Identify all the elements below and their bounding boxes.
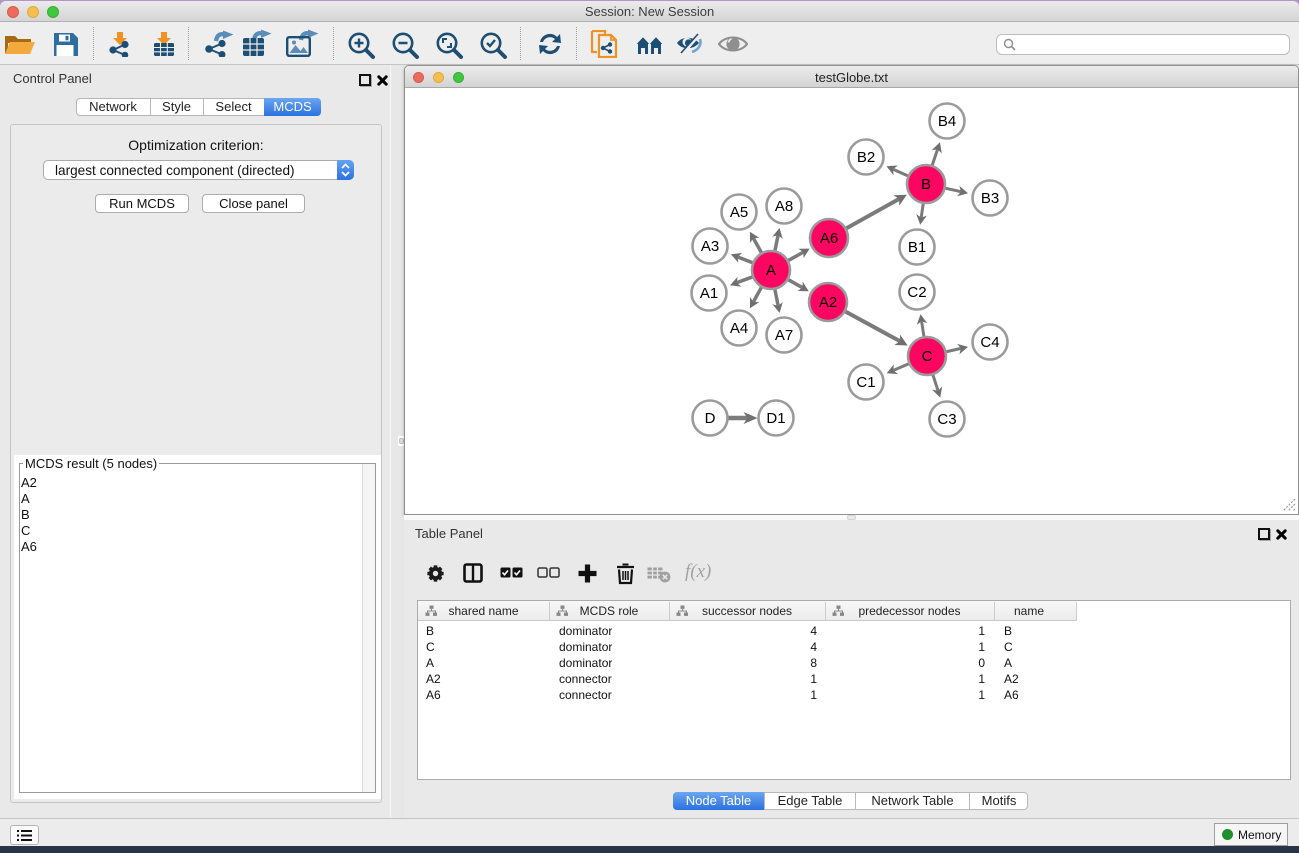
svg-text:B2: B2 [857, 149, 875, 166]
svg-text:A5: A5 [730, 204, 748, 221]
svg-text:A3: A3 [701, 238, 719, 255]
svg-text:D1: D1 [766, 410, 785, 427]
svg-text:A8: A8 [775, 198, 793, 215]
svg-text:C3: C3 [937, 411, 956, 428]
svg-text:C4: C4 [980, 334, 999, 351]
svg-text:B1: B1 [908, 239, 926, 256]
svg-text:B: B [921, 176, 931, 193]
svg-text:C1: C1 [856, 374, 875, 391]
svg-text:A1: A1 [700, 285, 718, 302]
svg-text:A2: A2 [819, 294, 837, 311]
svg-text:A: A [766, 262, 776, 279]
svg-text:B4: B4 [938, 113, 956, 130]
svg-text:A7: A7 [775, 327, 793, 344]
svg-text:C2: C2 [907, 284, 926, 301]
svg-text:B3: B3 [981, 190, 999, 207]
svg-text:A6: A6 [820, 230, 838, 247]
svg-text:A4: A4 [730, 320, 748, 337]
svg-text:C: C [922, 348, 933, 365]
svg-text:D: D [705, 410, 716, 427]
